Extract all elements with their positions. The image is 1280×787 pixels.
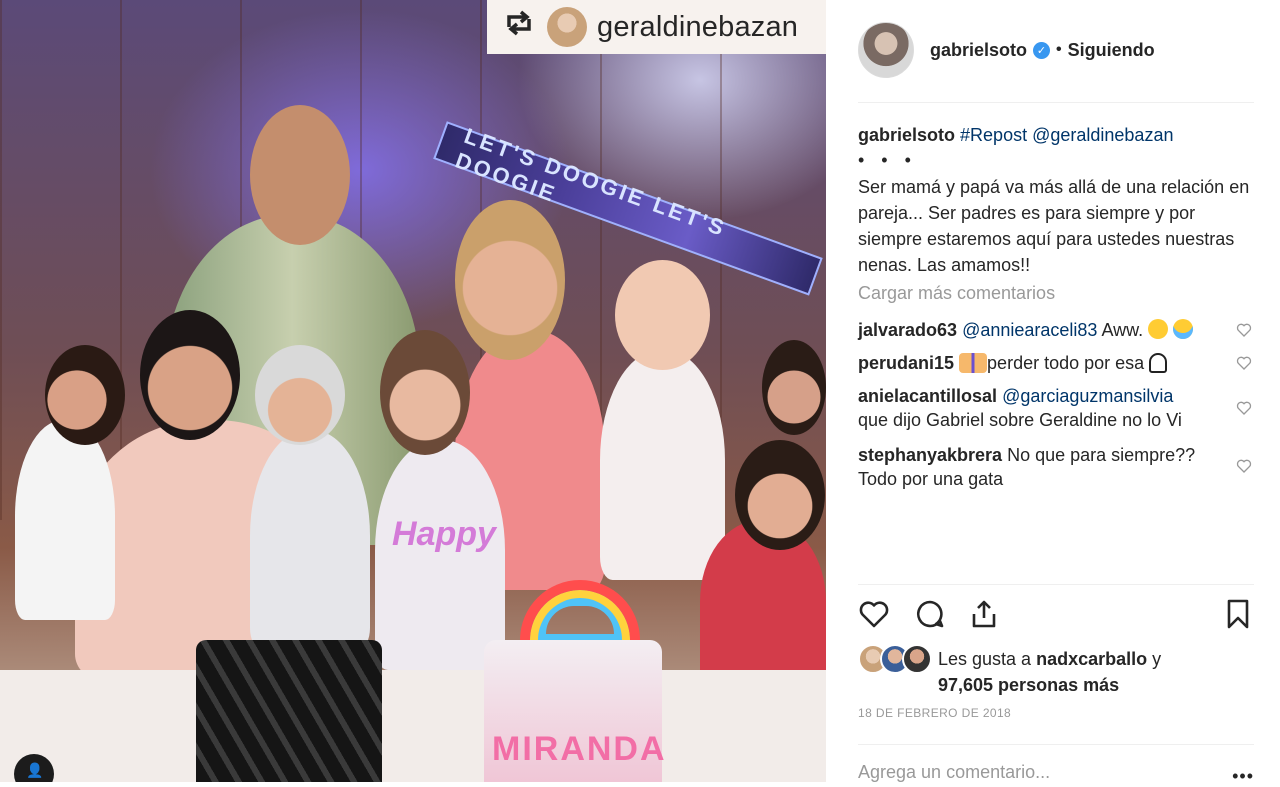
actions-divider <box>858 584 1254 585</box>
like-comment-heart-icon[interactable] <box>1236 355 1252 371</box>
person-girl-jacket-head <box>140 310 240 440</box>
header-divider <box>858 102 1254 103</box>
caption-text: Ser mamá y papá va más allá de una relac… <box>858 177 1250 275</box>
caption-ellipsis: • • • <box>858 150 917 170</box>
comment-item: stephanyakbrera No que para siempre?? To… <box>858 443 1238 491</box>
header-separator: • <box>1056 41 1062 58</box>
person-boy <box>250 430 370 650</box>
person-toddler-head <box>615 260 710 370</box>
author-username[interactable]: gabrielsoto <box>930 40 1027 61</box>
comment-username[interactable]: jalvarado63 <box>858 320 957 340</box>
comment-item: jalvarado63 @anniearaceli83 Aww. <box>858 318 1238 342</box>
comment-username[interactable]: stephanyakbrera <box>858 445 1002 465</box>
comment-item: anielacantillosal @garciaguzmansilvia qu… <box>858 384 1238 432</box>
more-options-button[interactable]: ••• <box>1232 766 1254 787</box>
like-comment-heart-icon[interactable] <box>1236 458 1252 474</box>
comment-item: perudani15 perder todo por esa <box>858 351 1238 375</box>
person-toddler <box>600 350 725 580</box>
liker-avatar[interactable] <box>902 644 932 674</box>
post-date[interactable]: 18 DE FEBRERO DE 2018 <box>858 706 1011 720</box>
save-bookmark-icon[interactable] <box>1222 598 1254 630</box>
caption-hashtag[interactable]: #Repost <box>960 125 1027 145</box>
post-actions <box>858 598 1254 632</box>
cake-text: MIRANDA <box>492 730 667 768</box>
comment-mention[interactable]: @garciaguzmansilvia <box>1002 386 1173 406</box>
repost-bar: geraldinebazan <box>487 0 826 54</box>
share-upload-icon[interactable] <box>968 598 1000 630</box>
person-girl-left-head <box>45 345 125 445</box>
zebra-cake <box>196 640 382 782</box>
comment-username[interactable]: anielacantillosal <box>858 386 997 406</box>
likes-conj: y <box>1147 649 1162 669</box>
crying-face-emoji-icon <box>1173 319 1194 339</box>
ghost-emoji-icon <box>1149 353 1168 373</box>
sad-face-emoji-icon <box>1148 319 1169 339</box>
comment-text: Aww. <box>1097 320 1149 340</box>
comment-text: perder todo por esa <box>987 353 1150 373</box>
comment-username[interactable]: perudani15 <box>858 353 954 373</box>
like-comment-heart-icon[interactable] <box>1236 400 1252 416</box>
person-girl-right-head <box>735 440 825 550</box>
add-comment-input[interactable]: Agrega un comentario... <box>858 762 1050 783</box>
repost-username: geraldinebazan <box>597 10 799 43</box>
likes-text: Les gusta a nadxcarballo y 97,605 person… <box>938 646 1268 698</box>
caption-mention[interactable]: @geraldinebazan <box>1032 125 1173 145</box>
person-woman-head <box>455 200 565 360</box>
like-heart-icon[interactable] <box>858 598 890 630</box>
comment-text: que dijo Gabriel sobre Geraldine no lo V… <box>858 410 1182 430</box>
post-side-panel: gabrielsoto ✓ • Siguiendo gabrielsoto #R… <box>826 0 1280 786</box>
caption-username[interactable]: gabrielsoto <box>858 125 955 145</box>
verified-badge-icon: ✓ <box>1033 41 1051 59</box>
comment-bubble-icon[interactable] <box>914 598 946 630</box>
post-header: gabrielsoto ✓ • Siguiendo <box>858 22 1248 78</box>
shirt-text: Happy <box>392 515 496 553</box>
likes-count-button[interactable]: 97,605 personas más <box>938 675 1119 695</box>
person-girl-happy-head <box>380 330 470 455</box>
repost-avatar <box>547 7 587 47</box>
load-more-comments-button[interactable]: Cargar más comentarios <box>858 283 1055 304</box>
family-emoji-icon <box>959 353 988 373</box>
user-tag-icon: 👤 <box>26 762 44 778</box>
person-girl-left <box>15 420 115 620</box>
person-girl-far-right-head <box>762 340 826 435</box>
like-comment-heart-icon[interactable] <box>1236 322 1252 338</box>
follow-status-button[interactable]: Siguiendo <box>1068 40 1155 61</box>
party-table <box>0 670 826 782</box>
person-man-head <box>250 105 350 245</box>
author-avatar[interactable] <box>858 22 914 78</box>
likes-prefix: Les gusta a <box>938 649 1037 669</box>
repost-icon <box>501 9 537 45</box>
comment-mention[interactable]: @anniearaceli83 <box>962 320 1097 340</box>
post-caption: gabrielsoto #Repost @geraldinebazan • • … <box>858 122 1258 278</box>
comment-input-divider <box>858 744 1254 745</box>
likes-user[interactable]: nadxcarballo <box>1036 649 1147 669</box>
post-photo[interactable]: LET'S DOOGIE LET'S DOOGIE Happy MIRANDA … <box>0 0 826 782</box>
person-boy-head <box>255 345 345 445</box>
person-girl-happy <box>375 440 505 670</box>
